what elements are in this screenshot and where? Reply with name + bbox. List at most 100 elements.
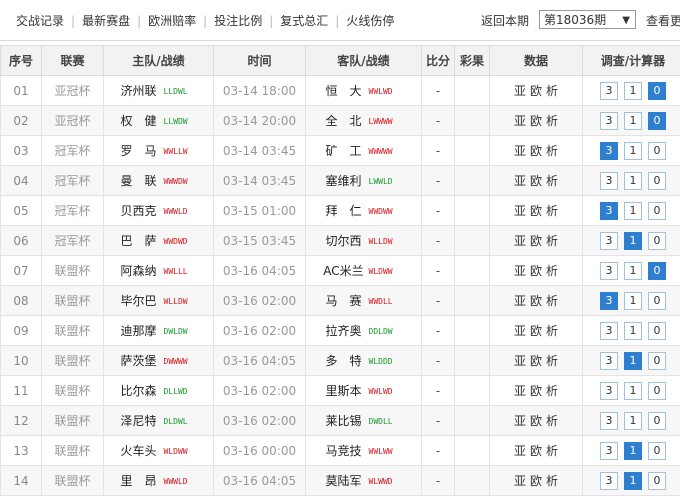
euro-odds-link[interactable]: 欧: [530, 354, 542, 368]
analysis-link[interactable]: 析: [546, 144, 558, 158]
analysis-link[interactable]: 析: [546, 174, 558, 188]
home-team[interactable]: 萨茨堡: [116, 352, 162, 369]
away-team[interactable]: 莫陆军: [321, 472, 367, 489]
calc-button-0[interactable]: 0: [648, 112, 666, 130]
calc-button-1[interactable]: 1: [624, 322, 642, 340]
calc-button-0[interactable]: 0: [648, 172, 666, 190]
analysis-link[interactable]: 析: [546, 264, 558, 278]
euro-odds-link[interactable]: 欧: [530, 384, 542, 398]
nav-link-injuries[interactable]: 火线伤停: [346, 12, 394, 29]
home-team[interactable]: 比尔森: [116, 382, 162, 399]
euro-odds-link[interactable]: 欧: [530, 174, 542, 188]
analysis-link[interactable]: 析: [546, 294, 558, 308]
analysis-link[interactable]: 析: [546, 114, 558, 128]
calc-button-3[interactable]: 3: [600, 472, 618, 490]
euro-odds-link[interactable]: 欧: [530, 474, 542, 488]
asian-odds-link[interactable]: 亚: [514, 144, 526, 158]
analysis-link[interactable]: 析: [546, 234, 558, 248]
calc-button-3[interactable]: 3: [600, 382, 618, 400]
calc-button-1[interactable]: 1: [624, 142, 642, 160]
euro-odds-link[interactable]: 欧: [530, 414, 542, 428]
calc-button-0[interactable]: 0: [648, 232, 666, 250]
calc-button-1[interactable]: 1: [624, 442, 642, 460]
calc-button-0[interactable]: 0: [648, 442, 666, 460]
asian-odds-link[interactable]: 亚: [514, 324, 526, 338]
analysis-link[interactable]: 析: [546, 204, 558, 218]
euro-odds-link[interactable]: 欧: [530, 84, 542, 98]
euro-odds-link[interactable]: 欧: [530, 234, 542, 248]
home-team[interactable]: 泽尼特: [116, 412, 162, 429]
calc-button-1[interactable]: 1: [624, 82, 642, 100]
nav-link-bet-ratio[interactable]: 投注比例: [214, 12, 262, 29]
away-team[interactable]: 多 特: [321, 352, 367, 369]
home-team[interactable]: 济州联: [116, 82, 162, 99]
calc-button-3[interactable]: 3: [600, 262, 618, 280]
asian-odds-link[interactable]: 亚: [514, 174, 526, 188]
asian-odds-link[interactable]: 亚: [514, 234, 526, 248]
calc-button-0[interactable]: 0: [648, 352, 666, 370]
asian-odds-link[interactable]: 亚: [514, 354, 526, 368]
calc-button-3[interactable]: 3: [600, 202, 618, 220]
away-team[interactable]: 莱比锡: [321, 412, 367, 429]
calc-button-0[interactable]: 0: [648, 322, 666, 340]
calc-button-3[interactable]: 3: [600, 292, 618, 310]
away-team[interactable]: AC米兰: [321, 262, 367, 279]
asian-odds-link[interactable]: 亚: [514, 84, 526, 98]
asian-odds-link[interactable]: 亚: [514, 294, 526, 308]
away-team[interactable]: 塞维利: [321, 172, 367, 189]
home-team[interactable]: 曼 联: [116, 172, 162, 189]
home-team[interactable]: 里 昂: [116, 472, 162, 489]
asian-odds-link[interactable]: 亚: [514, 444, 526, 458]
calc-button-0[interactable]: 0: [648, 202, 666, 220]
view-more-link[interactable]: 查看更: [646, 12, 680, 29]
away-team[interactable]: 马 赛: [321, 292, 367, 309]
period-select[interactable]: 第18036期 ▼: [539, 10, 636, 29]
home-team[interactable]: 火车头: [116, 442, 162, 459]
analysis-link[interactable]: 析: [546, 444, 558, 458]
analysis-link[interactable]: 析: [546, 474, 558, 488]
asian-odds-link[interactable]: 亚: [514, 474, 526, 488]
calc-button-3[interactable]: 3: [600, 112, 618, 130]
euro-odds-link[interactable]: 欧: [530, 144, 542, 158]
calc-button-3[interactable]: 3: [600, 322, 618, 340]
analysis-link[interactable]: 析: [546, 84, 558, 98]
calc-button-0[interactable]: 0: [648, 142, 666, 160]
euro-odds-link[interactable]: 欧: [530, 294, 542, 308]
calc-button-0[interactable]: 0: [648, 292, 666, 310]
home-team[interactable]: 阿森纳: [116, 262, 162, 279]
calc-button-3[interactable]: 3: [600, 442, 618, 460]
calc-button-1[interactable]: 1: [624, 382, 642, 400]
away-team[interactable]: 马竞技: [321, 442, 367, 459]
calc-button-3[interactable]: 3: [600, 352, 618, 370]
euro-odds-link[interactable]: 欧: [530, 114, 542, 128]
away-team[interactable]: 拜 仁: [321, 202, 367, 219]
nav-link-history[interactable]: 交战记录: [16, 12, 64, 29]
calc-button-0[interactable]: 0: [648, 412, 666, 430]
away-team[interactable]: 切尔西: [321, 232, 367, 249]
calc-button-0[interactable]: 0: [648, 382, 666, 400]
calc-button-1[interactable]: 1: [624, 232, 642, 250]
away-team[interactable]: 恒 大: [321, 82, 367, 99]
calc-button-1[interactable]: 1: [624, 292, 642, 310]
asian-odds-link[interactable]: 亚: [514, 384, 526, 398]
home-team[interactable]: 贝西克: [116, 202, 162, 219]
calc-button-0[interactable]: 0: [648, 262, 666, 280]
asian-odds-link[interactable]: 亚: [514, 264, 526, 278]
analysis-link[interactable]: 析: [546, 324, 558, 338]
calc-button-0[interactable]: 0: [648, 82, 666, 100]
away-team[interactable]: 拉齐奥: [321, 322, 367, 339]
euro-odds-link[interactable]: 欧: [530, 324, 542, 338]
analysis-link[interactable]: 析: [546, 384, 558, 398]
calc-button-3[interactable]: 3: [600, 82, 618, 100]
home-team[interactable]: 罗 马: [116, 142, 162, 159]
calc-button-1[interactable]: 1: [624, 472, 642, 490]
home-team[interactable]: 权 健: [116, 112, 162, 129]
asian-odds-link[interactable]: 亚: [514, 114, 526, 128]
calc-button-3[interactable]: 3: [600, 232, 618, 250]
calc-button-3[interactable]: 3: [600, 142, 618, 160]
calc-button-3[interactable]: 3: [600, 172, 618, 190]
calc-button-1[interactable]: 1: [624, 172, 642, 190]
calc-button-1[interactable]: 1: [624, 112, 642, 130]
home-team[interactable]: 巴 萨: [116, 232, 162, 249]
calc-button-1[interactable]: 1: [624, 202, 642, 220]
